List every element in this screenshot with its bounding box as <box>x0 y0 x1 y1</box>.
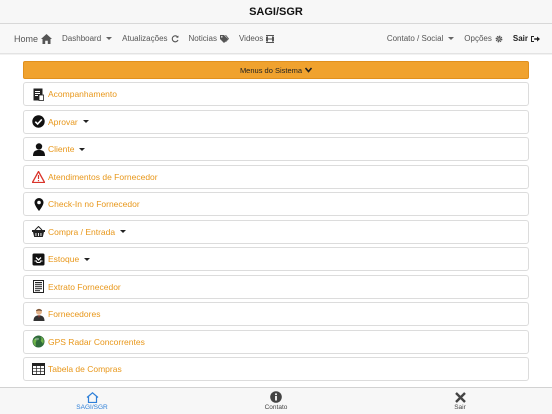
menu-item-label: Check-In no Fornecedor <box>48 199 140 209</box>
nav-sair[interactable]: Sair <box>508 24 552 53</box>
close-icon <box>454 391 466 403</box>
nav-opcoes-label: Opções <box>464 34 492 43</box>
nav-atualizacoes[interactable]: Atualizações <box>117 24 183 53</box>
menu-item-acompanhamento[interactable]: Acompanhamento <box>23 82 529 106</box>
tab-sair-label: Sair <box>454 403 466 411</box>
document-icon <box>32 88 45 101</box>
info-icon <box>270 391 282 403</box>
menu-item-label: Fornecedores <box>48 309 101 319</box>
caret-down-icon <box>82 120 89 123</box>
tab-contato-label: Contato <box>264 404 288 411</box>
tab-sagi-sgr[interactable]: SAGI/SGR <box>0 388 184 414</box>
caret-down-icon <box>79 147 86 151</box>
nav-dashboard[interactable]: Dashboard <box>57 24 117 53</box>
window-title: SAGI/SGR <box>249 5 303 18</box>
caret-down-icon <box>84 257 91 261</box>
supplier-person-icon <box>32 308 45 321</box>
home-icon <box>41 33 53 44</box>
refresh-icon <box>171 34 179 42</box>
nav-opcoes[interactable]: Opções <box>459 24 508 53</box>
menu-item-tabela-compras[interactable]: Tabela de Compras <box>23 357 529 381</box>
menu-item-gps-radar[interactable]: GPS Radar Concorrentes <box>23 329 529 354</box>
menu-item-extrato-fornecedor[interactable]: Extrato Fornecedor <box>23 274 529 299</box>
chevron-down-icon <box>305 67 313 73</box>
home-outline-icon <box>86 391 98 403</box>
nav-atualizacoes-label: Atualizações <box>122 34 168 43</box>
menu-item-label: Aprovar <box>48 116 78 127</box>
menu-item-label: Compra / Entrada <box>48 226 116 237</box>
top-navbar: Home Dashboard Atualizações Noticias Vid… <box>0 24 552 54</box>
inbox-icon <box>32 253 45 266</box>
menu-list: Acompanhamento Aprovar Cliente Atendimen… <box>23 82 529 385</box>
nav-home-label: Home <box>14 33 39 44</box>
bottom-tabbar: SAGI/SGR Contato Sair <box>0 387 552 414</box>
main-content: Menus do Sistema Acompanhamento Aprovar … <box>0 55 552 387</box>
check-circle-icon <box>32 115 45 128</box>
menu-item-label: Tabela de Compras <box>48 364 122 374</box>
nav-videos-label: Videos <box>238 34 264 43</box>
menu-item-label: Acompanhamento <box>48 89 117 99</box>
person-icon <box>32 142 45 156</box>
nav-videos[interactable]: Videos <box>234 24 279 53</box>
chevron-down-icon <box>448 37 455 40</box>
table-icon <box>32 363 45 376</box>
menu-item-label: Cliente <box>48 144 75 154</box>
menu-item-check-in-fornecedor[interactable]: Check-In no Fornecedor <box>23 192 529 216</box>
nav-noticias[interactable]: Noticias <box>184 24 234 53</box>
menu-header-label: Menus do Sistema <box>239 65 303 75</box>
chevron-down-icon <box>106 37 113 40</box>
menus-do-sistema-toggle[interactable]: Menus do Sistema <box>23 61 529 79</box>
tab-sair[interactable]: Sair <box>368 388 552 414</box>
menu-item-label: Estoque <box>48 254 80 264</box>
menu-item-cliente[interactable]: Cliente <box>23 137 529 161</box>
menu-item-label: GPS Radar Concorrentes <box>48 336 145 347</box>
statement-icon <box>32 280 45 293</box>
nav-noticias-label: Noticias <box>188 34 217 43</box>
film-icon <box>266 34 275 43</box>
nav-contato-social[interactable]: Contato / Social <box>382 24 459 53</box>
warning-icon <box>32 170 45 183</box>
menu-item-fornecedores[interactable]: Fornecedores <box>23 302 529 326</box>
gear-icon <box>495 35 503 42</box>
nav-contato-social-label: Contato / Social <box>386 34 444 43</box>
shopping-basket-icon <box>32 225 45 238</box>
menu-item-label: Atendimentos de Fornecedor <box>48 171 158 182</box>
map-pin-icon <box>32 197 45 211</box>
window-titlebar: SAGI/SGR <box>0 0 552 24</box>
tab-sagi-sgr-label: SAGI/SGR <box>76 403 108 411</box>
menu-item-atendimentos-fornecedor[interactable]: Atendimentos de Fornecedor <box>23 164 529 189</box>
menu-item-label: Extrato Fornecedor <box>48 281 121 292</box>
caret-down-icon <box>120 230 127 233</box>
menu-item-aprovar[interactable]: Aprovar <box>23 109 529 134</box>
nav-dashboard-label: Dashboard <box>62 34 102 43</box>
tab-contato[interactable]: Contato <box>184 388 368 414</box>
nav-home[interactable]: Home <box>0 24 57 53</box>
globe-icon <box>32 335 45 348</box>
menu-item-compra-entrada[interactable]: Compra / Entrada <box>23 219 529 244</box>
tags-icon <box>219 34 229 43</box>
menu-item-estoque[interactable]: Estoque <box>23 247 529 271</box>
nav-sair-label: Sair <box>512 34 528 43</box>
logout-icon <box>531 35 540 42</box>
